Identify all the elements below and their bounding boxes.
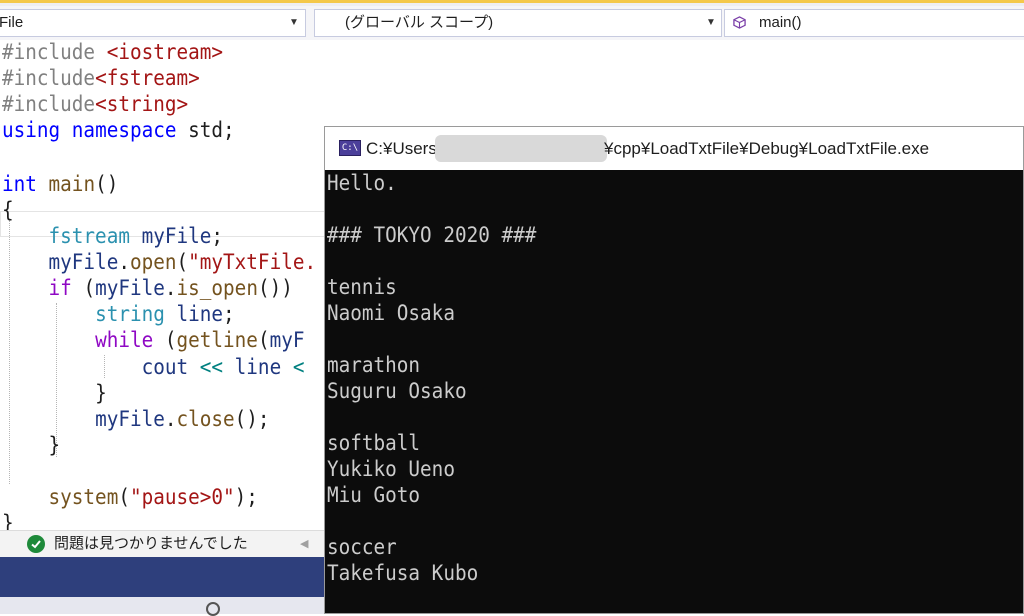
scope-dropdown-label: (グローバル スコープ)	[345, 14, 494, 31]
scope-dropdown[interactable]: (グローバル スコープ) ▼	[314, 9, 722, 37]
code-punctuation: .	[164, 276, 177, 300]
code-line: #include<fstream>	[2, 65, 200, 91]
function-name: open	[129, 250, 177, 274]
control-keyword: if	[48, 276, 72, 300]
console-line: ### TOKYO 2020 ###	[327, 223, 537, 247]
console-line: Miu Goto	[327, 483, 421, 507]
file-dropdown-label: File	[0, 14, 24, 31]
type-name: fstream	[48, 224, 130, 248]
scroll-left-icon[interactable]: ◀	[300, 531, 308, 557]
code-punctuation: .	[164, 407, 177, 431]
include-header: <fstream>	[95, 66, 200, 90]
code-punctuation: }	[48, 433, 61, 457]
code-line: int main()	[2, 171, 118, 197]
code-line: using namespace std;	[2, 117, 235, 143]
preprocessor-directive: #include	[2, 92, 96, 116]
variable-name: myF	[269, 328, 305, 352]
include-header: <iostream>	[106, 40, 224, 64]
function-name: main	[48, 172, 96, 196]
console-line: softball	[327, 431, 421, 455]
preprocessor-directive: #include	[2, 40, 96, 64]
include-header: <string>	[95, 92, 189, 116]
dropdown-arrow-icon[interactable]: ▼	[706, 10, 716, 36]
console-line: Suguru Osako	[327, 379, 467, 403]
code-punctuation: {	[2, 198, 14, 222]
variable-name: myFile	[95, 276, 165, 300]
code-line: {	[2, 197, 14, 223]
code-punctuation: ;	[211, 224, 224, 248]
type-name: string	[95, 302, 165, 326]
variable-name: line	[176, 302, 224, 326]
console-line: Hello.	[327, 171, 397, 195]
string-literal: "pause>0"	[129, 485, 235, 509]
member-dropdown[interactable]: main()	[724, 9, 1024, 37]
console-title-bar[interactable]: C:\ C:¥Users ¥cpp¥LoadTxtFile¥Debug¥Load…	[325, 127, 1023, 170]
code-line: system("pause>0");	[2, 484, 258, 510]
code-punctuation: ();	[234, 407, 270, 431]
code-line: myFile.open("myTxtFile.	[2, 249, 317, 275]
namespace-name: std;	[188, 118, 235, 142]
code-punctuation: ()	[95, 172, 119, 196]
redacted-username	[435, 135, 607, 162]
variable-name: line	[234, 355, 282, 379]
console-line: Takefusa Kubo	[327, 561, 479, 585]
variable-name: cout	[141, 355, 189, 379]
code-line: if (myFile.is_open())	[2, 275, 293, 301]
output-panel-header	[0, 557, 330, 597]
code-punctuation: }	[95, 381, 107, 405]
code-punctuation: (	[176, 250, 189, 274]
dropdown-arrow-icon[interactable]: ▼	[289, 10, 299, 36]
console-title-path-prefix: C:¥Users	[366, 139, 437, 158]
accent-strip	[0, 0, 1024, 3]
navigation-bar: File ▼ (グローバル スコープ) ▼ main()	[0, 6, 1024, 41]
console-line: marathon	[327, 353, 421, 377]
variable-name: myFile	[141, 224, 212, 248]
code-punctuation: .	[118, 250, 130, 274]
code-line: string line;	[2, 301, 235, 327]
file-dropdown[interactable]: File ▼	[0, 9, 306, 37]
code-punctuation: (	[164, 328, 177, 352]
code-line: myFile.close();	[2, 406, 270, 432]
issues-status-text[interactable]: 問題は見つかりませんでした	[54, 531, 248, 557]
code-punctuation: ())	[257, 276, 293, 300]
console-line: Naomi Osaka	[327, 301, 455, 325]
check-icon	[27, 535, 45, 553]
keyword: using	[2, 118, 61, 142]
code-line: #include <iostream>	[2, 39, 223, 65]
operator: <<	[199, 355, 224, 379]
console-line: tennis	[327, 275, 397, 299]
code-line: #include<string>	[2, 91, 188, 117]
code-punctuation: ;	[223, 302, 235, 326]
code-line: }	[2, 432, 61, 458]
function-name: getline	[176, 328, 258, 352]
variable-name: myFile	[95, 407, 165, 431]
method-cube-icon	[733, 16, 746, 29]
console-line: Yukiko Ueno	[327, 457, 455, 481]
bottom-toolbar	[0, 597, 330, 616]
code-punctuation: (	[118, 485, 130, 509]
preprocessor-directive: #include	[2, 66, 96, 90]
console-window[interactable]: C:\ C:¥Users ¥cpp¥LoadTxtFile¥Debug¥Load…	[324, 126, 1024, 614]
console-title-path-suffix: ¥cpp¥LoadTxtFile¥Debug¥LoadTxtFile.exe	[604, 139, 930, 158]
code-punctuation: (	[257, 328, 270, 352]
function-name: close	[176, 407, 235, 431]
member-dropdown-label: main()	[759, 14, 802, 31]
code-line: while (getline(myF	[2, 327, 304, 353]
function-name: is_open	[176, 276, 258, 300]
variable-name: myFile	[48, 250, 119, 274]
code-line: }	[2, 380, 107, 406]
console-line: soccer	[327, 535, 397, 559]
code-line: fstream myFile;	[2, 223, 224, 249]
code-punctuation: (	[83, 276, 96, 300]
operator: <	[292, 355, 305, 379]
console-app-icon: C:\	[339, 140, 361, 156]
code-line: cout << line <	[2, 354, 305, 380]
control-keyword: while	[95, 328, 154, 352]
code-punctuation: );	[234, 485, 258, 509]
editor-status-bar: 問題は見つかりませんでした ◀	[0, 530, 330, 557]
string-literal: "myTxtFile.	[188, 250, 317, 274]
function-name: system	[48, 485, 119, 509]
keyword: namespace	[71, 118, 177, 142]
keyword: int	[2, 172, 37, 196]
